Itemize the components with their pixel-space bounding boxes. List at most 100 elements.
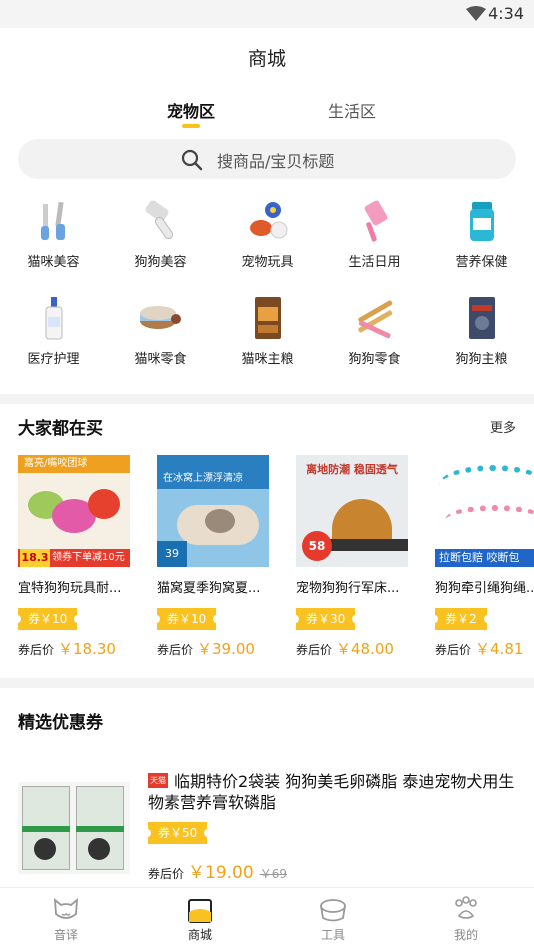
after-coupon-price: 券后价 ￥4.81 — [435, 638, 534, 659]
category-label: 生活日用 — [348, 255, 401, 270]
status-bar: 4:34 — [0, 0, 534, 28]
category-label: 猫咪美容 — [27, 255, 80, 270]
tab-bar: 宠物区 生活区 — [0, 82, 534, 134]
product-image: 离地防潮 稳固透气 58 — [296, 455, 408, 567]
grooming-brush-icon — [145, 200, 173, 240]
dog-chew-sticks-icon — [357, 300, 392, 339]
toy-balls-icon — [249, 202, 287, 239]
nav-label: 音译 — [53, 928, 78, 942]
price-value: ￥48.00 — [336, 640, 394, 658]
category-dog-snacks[interactable]: 狗狗零食 — [321, 293, 428, 367]
cat-face-icon — [53, 897, 79, 919]
coupon-badge: 券￥10 — [13, 608, 82, 630]
coupon-badge: 券￥10 — [152, 608, 221, 630]
medicine-bottle-icon — [45, 297, 62, 340]
cat-food-bag-icon — [254, 297, 281, 339]
category-label: 营养保健 — [455, 255, 508, 270]
price-value: ￥19.00 — [188, 863, 254, 883]
after-coupon-label: 券后价 — [157, 643, 194, 657]
status-time: 4:34 — [488, 4, 524, 23]
coupon-badge: 券￥30 — [291, 608, 360, 630]
product-banner-text: 离地防潮 稳固透气 — [306, 463, 398, 476]
category-dog-grooming[interactable]: 狗狗美容 — [107, 196, 214, 270]
product-name: 宜特狗狗玩具耐... — [18, 581, 122, 596]
product-image — [18, 782, 130, 874]
product-name: 宠物狗狗行军床... — [296, 581, 400, 596]
category-cat-food[interactable]: 猫咪主粮 — [214, 293, 321, 367]
lint-roller-icon — [364, 200, 387, 242]
category-dog-food[interactable]: 狗狗主粮 — [428, 293, 534, 367]
section-title-popular: 大家都在买 — [18, 419, 103, 439]
paw-icon — [455, 896, 477, 919]
after-coupon-label: 券后价 — [148, 867, 185, 881]
product-name: 猫窝夏季狗窝夏... — [157, 581, 261, 596]
search-placeholder: 搜商品/宝贝标题 — [217, 152, 335, 171]
after-coupon-price: 券后价 ￥19.00 ￥69 — [148, 858, 287, 883]
after-coupon-label: 券后价 — [18, 643, 55, 657]
after-coupon-label: 券后价 — [296, 643, 333, 657]
product-banner-text: 嘉亮/嘴咬团球 — [18, 455, 130, 473]
category-label: 狗狗美容 — [134, 255, 187, 270]
category-label: 宠物玩具 — [241, 255, 294, 270]
grooming-tools-icon — [40, 201, 65, 240]
category-label: 猫咪主粮 — [241, 352, 294, 367]
page-title: 商城 — [247, 48, 286, 70]
category-medical-care[interactable]: 医疗护理 — [0, 293, 107, 367]
dog-food-bag-icon — [468, 297, 495, 339]
category-label: 医疗护理 — [27, 352, 80, 367]
category-label: 猫咪零食 — [134, 352, 187, 367]
more-link[interactable]: 更多 — [490, 417, 516, 436]
product-name: 临期特价2袋装 狗狗美毛卵磷脂 泰迪宠物犬用生物素营养膏软磷脂 — [148, 772, 515, 812]
nav-label: 商城 — [187, 928, 212, 942]
coupon-item[interactable]: 天猫 临期特价2袋装 狗狗美毛卵磷脂 泰迪宠物犬用生物素营养膏软磷脂 券￥50 … — [0, 770, 534, 883]
product-image: 嘉亮/嘴咬团球 领券下单减10元 18.3 — [18, 455, 130, 567]
bowl-icon — [320, 899, 346, 922]
after-coupon-price: 券后价 ￥39.00 — [157, 638, 272, 659]
coupon-badge: 券￥50 — [143, 822, 212, 844]
product-price-tag: 18.3 — [20, 549, 50, 567]
section-divider — [0, 678, 534, 688]
wifi-icon — [466, 6, 486, 21]
tab-life-zone[interactable]: 生活区 — [328, 98, 376, 122]
product-card[interactable]: 在冰窝上漂浮清凉 39 猫窝夏季狗窝夏... 券￥10 券后价 ￥39.00 — [152, 455, 272, 659]
category-cat-snacks[interactable]: 猫咪零食 — [107, 293, 214, 367]
price-value: ￥18.30 — [58, 640, 116, 658]
supplement-jar-icon — [469, 202, 494, 241]
category-label: 狗狗零食 — [348, 352, 401, 367]
nav-label: 工具 — [320, 928, 345, 942]
nav-mine[interactable]: 我的 — [426, 894, 506, 943]
after-coupon-label: 券后价 — [435, 643, 472, 657]
shopping-bag-icon — [188, 899, 212, 923]
tab-pet-zone[interactable]: 宠物区 — [167, 98, 215, 122]
cat-snack-can-icon — [139, 306, 181, 329]
product-banner-text: 在冰窝上漂浮清凉 — [157, 455, 269, 489]
product-name: 狗狗牵引绳狗绳... — [435, 581, 534, 596]
original-price: ￥69 — [259, 867, 287, 881]
product-card[interactable]: 离地防潮 稳固透气 58 宠物狗狗行军床... 券￥30 券后价 ￥48.00 — [291, 455, 411, 659]
nav-mall[interactable]: 商城 — [160, 894, 240, 943]
product-price-tag: 58 — [302, 531, 332, 561]
section-divider — [0, 394, 534, 404]
product-banner-text: 拉断包赔 咬断包 — [435, 549, 534, 567]
bottom-nav: 音译 商城 工具 我的 — [0, 887, 534, 949]
search-icon — [181, 149, 203, 171]
category-cat-grooming[interactable]: 猫咪美容 — [0, 196, 107, 270]
after-coupon-price: 券后价 ￥48.00 — [296, 638, 411, 659]
coupon-badge: 券￥2 — [431, 608, 491, 630]
category-pet-toys[interactable]: 宠物玩具 — [214, 196, 321, 270]
search-input[interactable]: 搜商品/宝贝标题 — [18, 139, 516, 179]
category-label: 狗狗主粮 — [455, 352, 508, 367]
product-card[interactable]: 嘉亮/嘴咬团球 领券下单减10元 18.3 宜特狗狗玩具耐... 券￥10 券后… — [13, 455, 133, 659]
nav-translate[interactable]: 音译 — [26, 894, 106, 943]
product-image: 拉断包赔 咬断包 — [435, 455, 534, 567]
product-card[interactable]: 拉断包赔 咬断包 狗狗牵引绳狗绳... 券￥2 券后价 ￥4.81 — [431, 455, 534, 659]
price-value: ￥39.00 — [197, 640, 255, 658]
category-nutrition[interactable]: 营养保健 — [428, 196, 534, 270]
section-title-selected: 精选优惠券 — [18, 713, 103, 733]
category-daily-goods[interactable]: 生活日用 — [321, 196, 428, 270]
product-price-tag: 39 — [157, 541, 187, 567]
nav-label: 我的 — [453, 928, 478, 942]
price-value: ￥4.81 — [475, 640, 524, 658]
nav-tools[interactable]: 工具 — [293, 894, 373, 943]
product-image: 在冰窝上漂浮清凉 39 — [157, 455, 269, 567]
